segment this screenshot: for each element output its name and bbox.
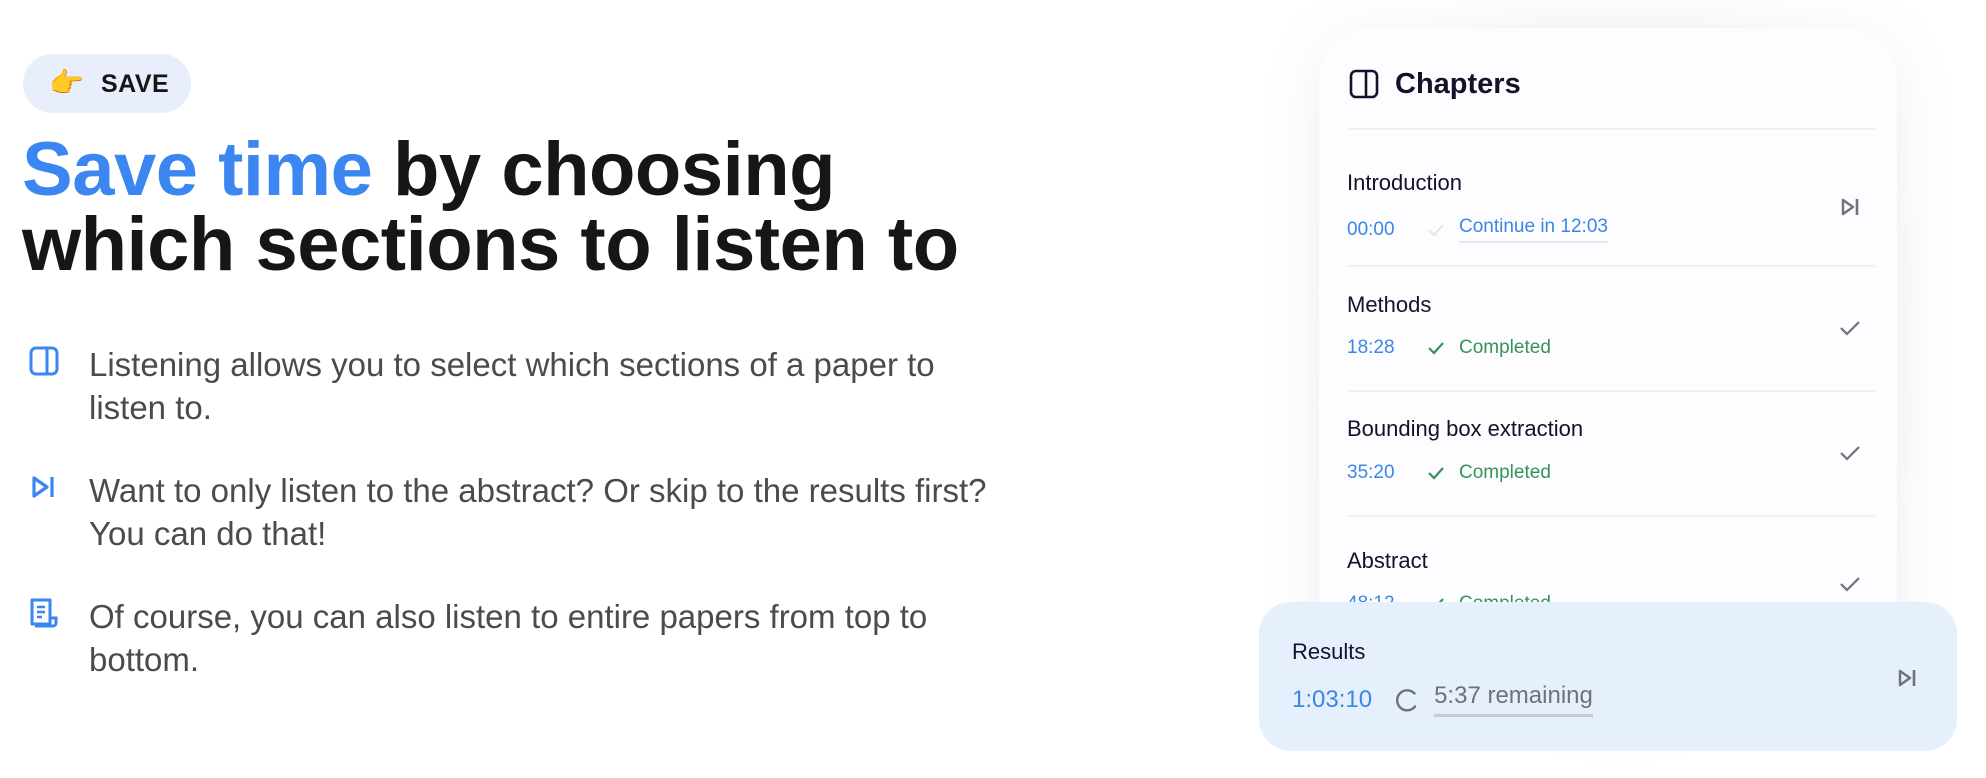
feature-text: Listening allows you to select which sec… xyxy=(89,346,935,426)
feature-item: Of course, you can also listen to entire… xyxy=(28,595,1008,721)
chapter-meta: 00:00 Continue in 12:03 xyxy=(1347,216,1608,243)
continue-link[interactable]: Continue in 12:03 xyxy=(1459,216,1608,243)
completed-status: Completed xyxy=(1459,337,1551,358)
feature-item: Listening allows you to select which sec… xyxy=(28,343,1008,469)
feature-text: Want to only listen to the abstract? Or … xyxy=(89,472,987,552)
page-title: Save time by choosing which sections to … xyxy=(22,132,1122,283)
feature-text: Of course, you can also listen to entire… xyxy=(89,598,928,678)
chapter-meta: 18:28 Completed xyxy=(1347,337,1551,359)
sidebar-panel-icon xyxy=(29,346,59,376)
headline-rest: by choosing xyxy=(372,127,836,212)
chapter-time[interactable]: 1:03:10 xyxy=(1292,686,1372,714)
chapter-row[interactable]: Methods 18:28 Completed xyxy=(1347,267,1875,391)
check-icon[interactable] xyxy=(1839,573,1861,595)
sidebar-panel-icon xyxy=(1349,69,1379,99)
chapters-header: Chapters xyxy=(1349,66,1521,102)
chapter-title: Introduction xyxy=(1347,170,1462,195)
check-icon xyxy=(1428,342,1444,355)
feature-list: Listening allows you to select which sec… xyxy=(28,343,1008,721)
feature-item: Want to only listen to the abstract? Or … xyxy=(28,469,1008,595)
pointing-hand-icon: 👉 xyxy=(49,66,84,99)
skip-forward-icon[interactable] xyxy=(1896,667,1918,689)
chapter-title: Results xyxy=(1292,639,1366,664)
chapter-row[interactable]: Introduction 00:00 Continue in 12:03 xyxy=(1347,130,1875,266)
chapter-title: Abstract xyxy=(1347,548,1428,573)
chapter-time[interactable]: 00:00 xyxy=(1347,219,1425,241)
badge-label: SAVE xyxy=(101,70,170,98)
current-chapter-row[interactable]: Results 1:03:10 5:37 remaining xyxy=(1259,602,1957,751)
skip-forward-icon[interactable] xyxy=(1839,196,1861,218)
chapters-title: Chapters xyxy=(1395,67,1521,100)
chapters-card: Chapters Introduction 00:00 Continue in … xyxy=(1319,28,1897,648)
remaining-time: 5:37 remaining xyxy=(1434,682,1593,717)
check-icon xyxy=(1428,223,1444,236)
skip-forward-icon xyxy=(32,476,54,498)
loading-spinner-icon xyxy=(1396,688,1417,711)
chapter-meta: 1:03:10 5:37 remaining xyxy=(1292,682,1593,717)
headline-line2: which sections to listen to xyxy=(22,202,959,287)
save-badge: 👉 SAVE xyxy=(23,54,191,113)
chapter-title: Methods xyxy=(1347,292,1432,317)
completed-status: Completed xyxy=(1459,462,1551,483)
check-icon[interactable] xyxy=(1839,442,1861,464)
chapter-meta: 35:20 Completed xyxy=(1347,462,1551,484)
chapter-time[interactable]: 18:28 xyxy=(1347,337,1425,359)
chapter-row[interactable]: Bounding box extraction 35:20 Completed xyxy=(1347,392,1875,516)
headline-accent: Save time xyxy=(22,127,373,212)
document-icon xyxy=(30,598,58,628)
chapter-time[interactable]: 35:20 xyxy=(1347,462,1425,484)
chapter-title: Bounding box extraction xyxy=(1347,416,1584,441)
check-icon xyxy=(1428,467,1444,480)
check-icon[interactable] xyxy=(1839,317,1861,339)
